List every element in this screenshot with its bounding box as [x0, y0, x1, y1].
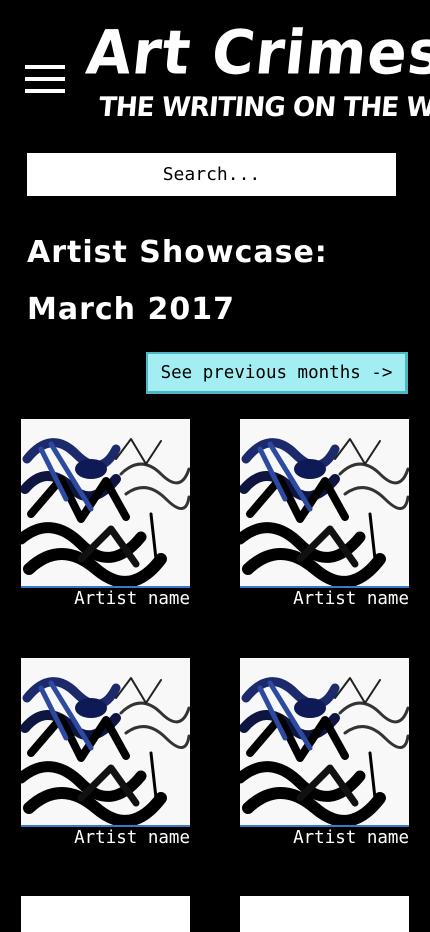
artist-card[interactable] [21, 896, 190, 932]
artist-card[interactable]: Artist name [21, 419, 190, 609]
artist-thumbnail[interactable] [21, 419, 190, 588]
artist-thumbnail[interactable] [240, 419, 409, 588]
artist-name[interactable]: Artist name [74, 827, 190, 849]
graffiti-artwork-image [240, 419, 409, 586]
graffiti-blob [75, 698, 107, 718]
artist-card[interactable]: Artist name [240, 419, 409, 609]
showcase-title-line1: Artist Showcase: [27, 235, 328, 270]
menu-bar [25, 89, 65, 93]
site-header: Art Crimes THE WRITING ON THE WALL [0, 0, 430, 140]
showcase-title: Artist Showcase: March 2017 [27, 224, 407, 338]
previous-months-button[interactable]: See previous months -> [146, 352, 408, 394]
artist-thumbnail[interactable] [21, 896, 190, 932]
graffiti-artwork-image [240, 658, 409, 825]
artist-card[interactable] [240, 896, 409, 932]
site-title[interactable]: Art Crimes [83, 17, 430, 88]
artist-card[interactable]: Artist name [21, 658, 190, 848]
graffiti-blob [294, 459, 326, 479]
artist-name[interactable]: Artist name [293, 827, 409, 849]
artist-card[interactable]: Artist name [240, 658, 409, 848]
artist-name[interactable]: Artist name [74, 588, 190, 610]
site-tagline: THE WRITING ON THE WALL [97, 92, 430, 123]
menu-bar [25, 65, 65, 69]
graffiti-blob [294, 698, 326, 718]
artist-name[interactable]: Artist name [293, 588, 409, 610]
graffiti-artwork-image [21, 419, 190, 586]
graffiti-artwork-image [21, 658, 190, 825]
artist-thumbnail[interactable] [240, 658, 409, 827]
showcase-title-month: March 2017 [27, 292, 235, 327]
artist-thumbnail[interactable] [240, 896, 409, 932]
hamburger-menu-icon[interactable] [25, 63, 65, 95]
search-input[interactable] [27, 153, 396, 196]
menu-bar [25, 77, 65, 81]
artist-thumbnail[interactable] [21, 658, 190, 827]
graffiti-blob [75, 459, 107, 479]
